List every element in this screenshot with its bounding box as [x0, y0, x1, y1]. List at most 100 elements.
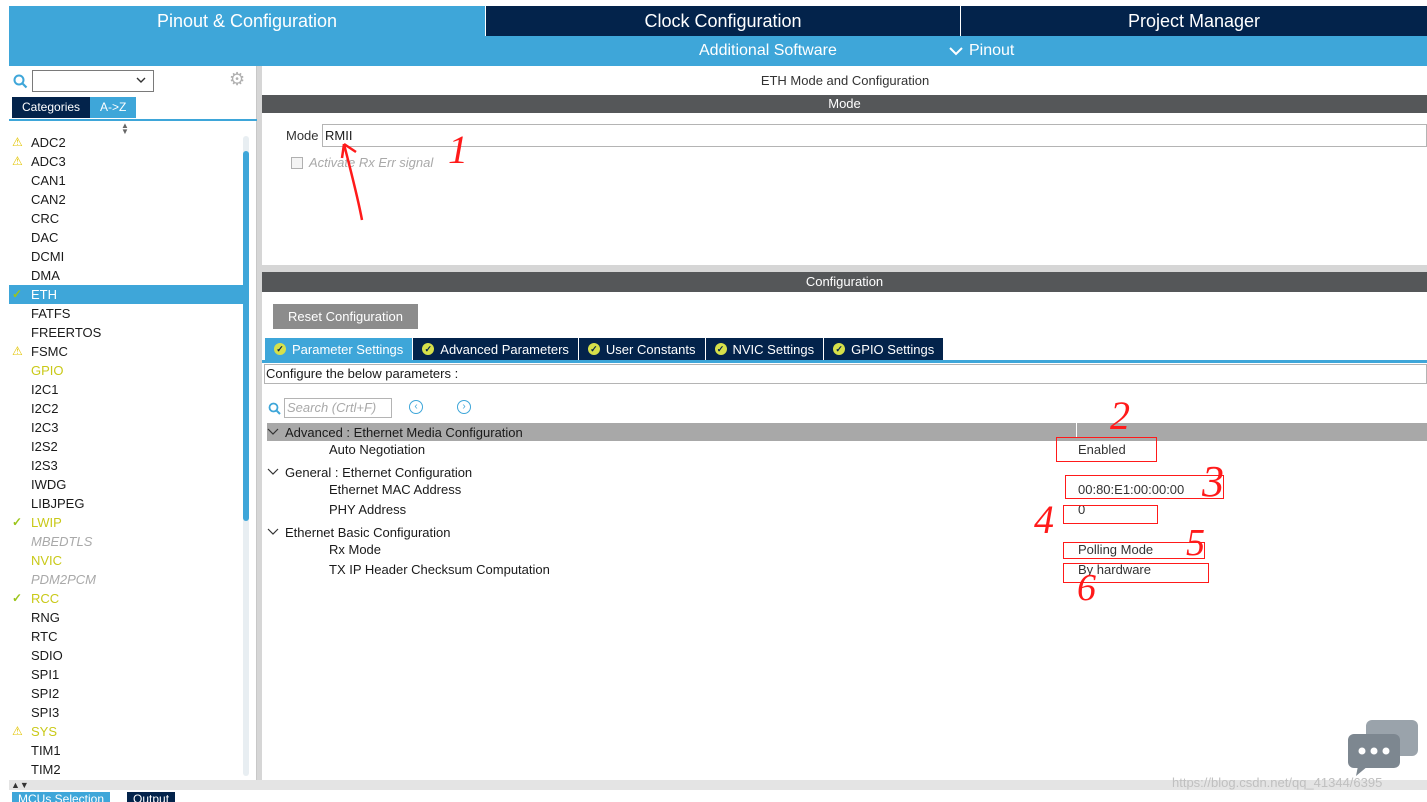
- highlight-box: [1065, 475, 1224, 499]
- parameter-group[interactable]: Advanced : Ethernet Media Configuration: [267, 415, 1427, 441]
- search-icon[interactable]: [268, 402, 281, 415]
- peripheral-item[interactable]: I2S3: [9, 456, 243, 475]
- peripheral-item[interactable]: DCMI: [9, 247, 243, 266]
- peripheral-item[interactable]: PDM2PCM: [9, 570, 243, 589]
- peripheral-item[interactable]: I2S2: [9, 437, 243, 456]
- additional-software-button[interactable]: Additional Software: [699, 42, 837, 60]
- parameter-group[interactable]: Ethernet Basic Configuration: [267, 523, 1427, 541]
- peripheral-item[interactable]: DAC: [9, 228, 243, 247]
- rx-err-checkbox[interactable]: [291, 156, 303, 169]
- collapse-arrows-icon[interactable]: ▲▼: [11, 780, 29, 790]
- annotation-2: 2: [1110, 393, 1130, 438]
- tab-label: Parameter Settings: [292, 341, 404, 357]
- parameter-name: Rx Mode: [329, 542, 382, 557]
- chat-icon[interactable]: [1346, 718, 1420, 776]
- panel-title: ETH Mode and Configuration: [760, 73, 930, 88]
- mode-label: Mode: [286, 128, 319, 143]
- parameter-group[interactable]: General : Ethernet Configuration: [267, 463, 1427, 481]
- peripheral-item[interactable]: RTC: [9, 627, 243, 646]
- peripheral-label: LIBJPEG: [31, 496, 85, 511]
- warning-icon: ⚠: [12, 135, 23, 149]
- scrollbar-thumb[interactable]: [243, 151, 249, 521]
- peripheral-item[interactable]: ✓ LWIP: [9, 513, 243, 532]
- peripheral-item[interactable]: LIBJPEG: [9, 494, 243, 513]
- peripheral-item[interactable]: DMA: [9, 266, 243, 285]
- tab-parameter-settings[interactable]: ✓ Parameter Settings: [265, 338, 414, 360]
- check-circle-icon: ✓: [833, 343, 846, 355]
- tab-mcus-selection[interactable]: MCUs Selection: [12, 792, 111, 802]
- tab-project-manager[interactable]: Project Manager: [960, 6, 1427, 36]
- search-next-icon[interactable]: ›: [457, 400, 471, 414]
- tab-clock-configuration[interactable]: Clock Configuration: [485, 6, 960, 36]
- peripheral-item[interactable]: ✓ ETH: [9, 285, 243, 304]
- parameter-group-title: General : Ethernet Configuration: [285, 464, 473, 480]
- peripheral-label: LWIP: [31, 515, 62, 530]
- search-previous-icon[interactable]: ‹: [409, 400, 423, 414]
- tab-a-z[interactable]: A->Z: [90, 97, 137, 118]
- tab-label: GPIO Settings: [851, 341, 935, 357]
- tab-gpio-settings[interactable]: ✓ GPIO Settings: [824, 338, 945, 360]
- tab-user-constants[interactable]: ✓ User Constants: [578, 338, 706, 360]
- peripheral-label: ADC2: [31, 135, 66, 150]
- peripheral-item[interactable]: TIM2: [9, 760, 243, 779]
- peripheral-item[interactable]: ⚠ ADC3: [9, 152, 243, 171]
- peripheral-item[interactable]: SPI1: [9, 665, 243, 684]
- check-circle-icon: ✓: [274, 343, 286, 355]
- check-icon: ✓: [12, 287, 23, 301]
- peripheral-label: ADC3: [31, 154, 66, 169]
- peripheral-item[interactable]: SPI2: [9, 684, 243, 703]
- tab-output[interactable]: Output: [127, 792, 176, 802]
- peripheral-list: ⚠ ADC2 ⚠ ADC3 CAN1 CAN2 CRC DAC DCMI DMA ✓ ETH FATFS…: [9, 133, 243, 779]
- chevron-down-icon[interactable]: [267, 527, 279, 537]
- annotation-6: 6: [1077, 567, 1096, 609]
- tab-label: Advanced Parameters: [440, 341, 569, 357]
- parameter-search-input[interactable]: Search (Crtl+F): [284, 398, 392, 418]
- highlight-box: [1063, 542, 1205, 559]
- chevron-down-icon[interactable]: [267, 467, 279, 477]
- pinout-menu[interactable]: Pinout: [949, 42, 1014, 60]
- chevron-down-icon[interactable]: [267, 427, 279, 437]
- peripheral-label: TIM2: [31, 762, 61, 777]
- tab-advanced-parameters[interactable]: ✓ Advanced Parameters: [413, 338, 579, 360]
- peripheral-item[interactable]: GPIO: [9, 361, 243, 380]
- peripheral-item[interactable]: RNG: [9, 608, 243, 627]
- peripheral-item[interactable]: TIM1: [9, 741, 243, 760]
- peripheral-item[interactable]: I2C2: [9, 399, 243, 418]
- peripheral-item[interactable]: NVIC: [9, 551, 243, 570]
- pinout-label: Pinout: [969, 42, 1015, 59]
- peripheral-item[interactable]: CAN1: [9, 171, 243, 190]
- parameter-tabs: ✓ Parameter Settings ✓ Advanced Parameters ✓…: [265, 338, 945, 360]
- peripheral-item[interactable]: ⚠ FSMC: [9, 342, 243, 361]
- peripheral-item[interactable]: MBEDTLS: [9, 532, 243, 551]
- tab-categories[interactable]: Categories: [12, 97, 91, 118]
- peripheral-item[interactable]: FATFS: [9, 304, 243, 323]
- parameter-name: Ethernet MAC Address: [329, 482, 462, 497]
- peripheral-label: SPI2: [31, 686, 60, 701]
- peripheral-item[interactable]: SDIO: [9, 646, 243, 665]
- peripheral-item[interactable]: SPI3: [9, 703, 243, 722]
- top-tab-bar: Pinout & Configuration Clock Configurati…: [9, 6, 1427, 36]
- configure-hint: Configure the below parameters :: [264, 364, 1427, 384]
- peripheral-item[interactable]: ⚠ SYS: [9, 722, 243, 741]
- annotation-5: 5: [1186, 522, 1205, 564]
- divider: [9, 119, 257, 121]
- peripheral-item[interactable]: I2C3: [9, 418, 243, 437]
- peripheral-label: MBEDTLS: [31, 534, 93, 549]
- peripheral-item[interactable]: IWDG: [9, 475, 243, 494]
- tab-nvic-settings[interactable]: ✓ NVIC Settings: [705, 338, 825, 360]
- mode-select[interactable]: RMII: [322, 124, 1427, 147]
- peripheral-item[interactable]: CRC: [9, 209, 243, 228]
- peripheral-item[interactable]: ✓ RCC: [9, 589, 243, 608]
- peripheral-item[interactable]: ⚠ ADC2: [9, 133, 243, 152]
- annotation-1: 1: [448, 127, 468, 172]
- peripheral-label: GPIO: [31, 363, 64, 378]
- peripheral-item[interactable]: FREERTOS: [9, 323, 243, 342]
- peripheral-label: CRC: [31, 211, 60, 226]
- reset-configuration-button[interactable]: Reset Configuration: [273, 304, 418, 329]
- check-icon: ✓: [12, 515, 23, 529]
- tab-pinout-configuration[interactable]: Pinout & Configuration: [9, 6, 485, 36]
- peripheral-item[interactable]: CAN2: [9, 190, 243, 209]
- check-circle-icon: ✓: [587, 343, 600, 355]
- peripheral-item[interactable]: I2C1: [9, 380, 243, 399]
- peripheral-label: I2C1: [31, 382, 59, 397]
